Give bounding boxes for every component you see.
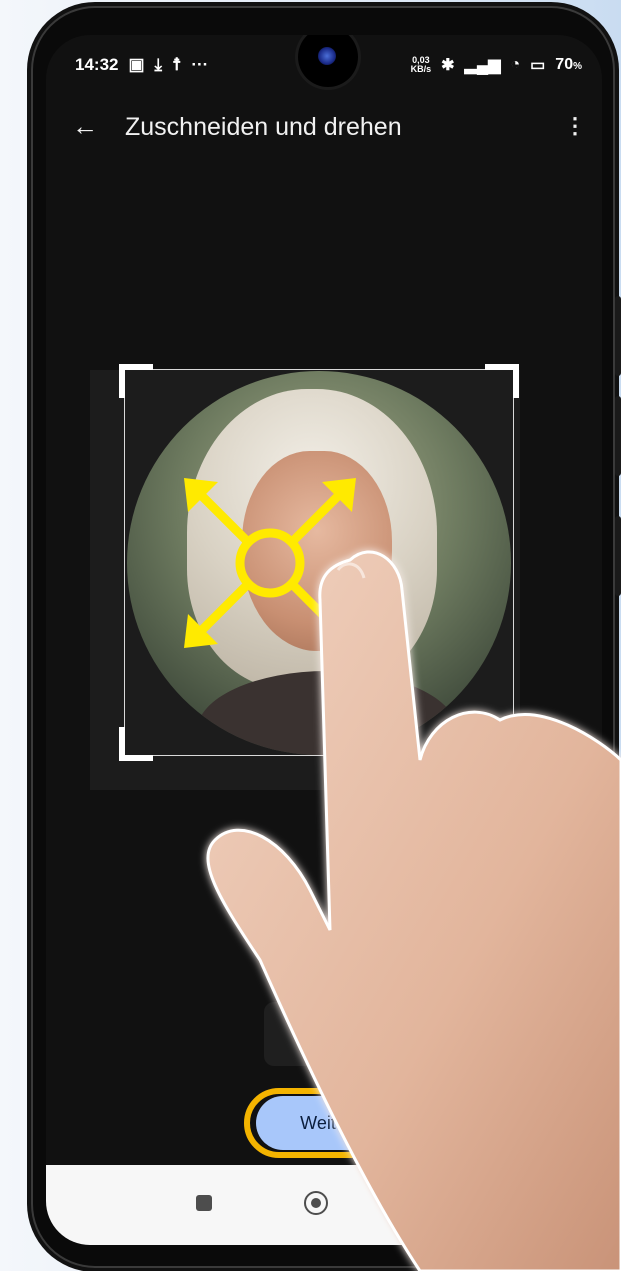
crop-handle-top-right[interactable]	[485, 364, 519, 398]
more-options-icon[interactable]: ⋮	[564, 113, 586, 139]
bluetooth-icon: ✱	[441, 57, 455, 74]
crop-handle-bottom-right[interactable]	[485, 727, 519, 761]
crop-handle-bottom-left[interactable]	[119, 727, 153, 761]
more-notifications-icon: ···	[191, 55, 209, 74]
navigation-bar	[46, 1165, 602, 1245]
status-time: 14:32	[75, 55, 119, 74]
battery-icon: ▭	[530, 57, 546, 74]
volume-up-button	[615, 296, 621, 376]
wifi-icon: ◔	[510, 56, 521, 73]
home-icon[interactable]	[304, 1191, 328, 1215]
network-speed: 0,03 KB/s	[410, 55, 432, 74]
volume-down-button	[615, 396, 621, 476]
back-arrow-icon[interactable]: ←	[72, 111, 98, 142]
recents-icon[interactable]	[196, 1195, 212, 1211]
next-button[interactable]: Weiter	[256, 1096, 396, 1150]
accessibility-icon: ☨	[172, 55, 182, 74]
crop-handle-top-left[interactable]	[119, 364, 153, 398]
download-icon: ⤓	[154, 55, 163, 74]
notification-icon: ▣	[128, 55, 145, 74]
app-bar: ← Zuschneiden und drehen ⋮	[46, 97, 602, 157]
page-title: Zuschneiden und drehen	[125, 113, 402, 141]
phone-screen: 14:32 ▣ ⤓ ☨ ··· 0,03 KB/s ✱ ▂▄▆ ◔ ▭ 70% ←…	[46, 35, 602, 1245]
rotate-button[interactable]: Dr	[264, 1002, 394, 1066]
power-button	[615, 516, 621, 596]
crop-frame[interactable]	[119, 364, 519, 761]
battery-percent: 70%	[555, 56, 582, 73]
signal-icon: ▂▄▆	[464, 57, 501, 74]
